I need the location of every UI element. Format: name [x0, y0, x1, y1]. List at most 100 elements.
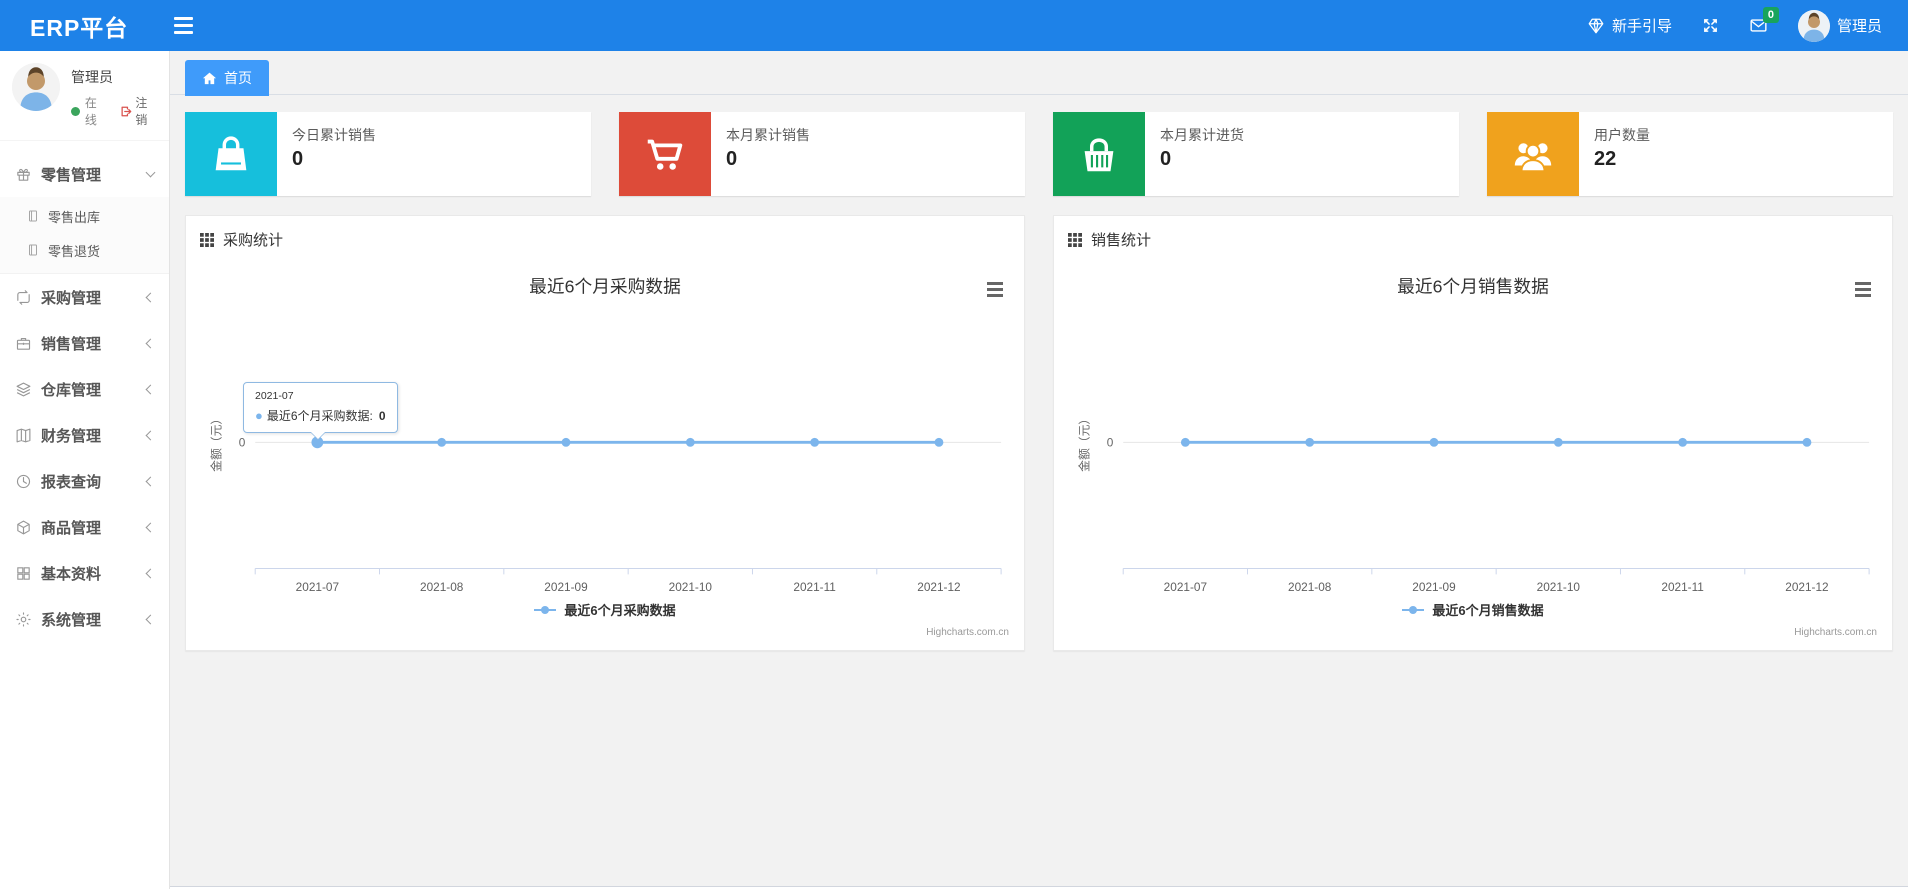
clock-icon — [16, 474, 31, 488]
sidebar-item-label: 零售管理 — [41, 166, 102, 184]
chevron-left-icon — [145, 338, 156, 348]
svg-text:2021-07: 2021-07 — [296, 580, 339, 594]
svg-text:2021-10: 2021-10 — [1537, 580, 1581, 594]
shopping-bag-icon — [185, 112, 277, 196]
gear-icon — [16, 611, 31, 627]
guide-label: 新手引导 — [1611, 18, 1672, 35]
stat-card-user-count: 用户数量 22 — [1487, 112, 1893, 196]
stat-card-label: 本月累计销售 — [726, 127, 810, 143]
sidebar-item-basic-data[interactable]: 基本资料 — [0, 550, 169, 596]
chevron-left-icon — [145, 292, 156, 302]
sidebar-menu: 零售管理 零售出库 零售退货 采购管理 销售管理 仓库管理 财务管理 报表查询 … — [0, 141, 169, 642]
briefcase-icon — [16, 337, 31, 350]
sidebar-item-system[interactable]: 系统管理 — [0, 596, 169, 642]
stat-card-value: 0 — [292, 148, 304, 170]
sales-stats-panel: 销售统计 最近6个月销售数据 金额（元） 0 2021-07 2021-08 2021-0… — [1053, 215, 1893, 652]
svg-text:金额（元）: 金额（元） — [1078, 413, 1092, 472]
sidebar-item-retail-outbound[interactable]: 零售出库 — [0, 199, 169, 233]
repeat-icon — [17, 289, 30, 305]
sidebar-item-retail[interactable]: 零售管理 — [0, 151, 169, 197]
chart-legend[interactable]: 最近6个月采购数据 — [201, 600, 1009, 619]
stat-card-value: 0 — [1160, 148, 1172, 170]
sidebar-item-label: 零售退货 — [48, 243, 101, 259]
gem-icon — [1588, 18, 1604, 33]
sidebar-item-warehouse[interactable]: 仓库管理 — [0, 366, 169, 412]
logout-link[interactable]: 注销 — [120, 94, 159, 128]
panel-title: 销售统计 — [1091, 232, 1152, 249]
chevron-left-icon — [145, 476, 156, 486]
tooltip-header: 2021-07 — [255, 390, 294, 402]
sidebar-item-finance[interactable]: 财务管理 — [0, 412, 169, 458]
svg-text:2021-09: 2021-09 — [544, 580, 588, 594]
svg-text:2021-12: 2021-12 — [1785, 580, 1828, 594]
avatar — [1797, 9, 1830, 42]
sidebar-item-label: 商品管理 — [41, 519, 102, 537]
box-icon — [17, 520, 30, 534]
document-icon — [29, 244, 37, 256]
sales-line-chart: 最近6个月销售数据金额（元） 0 2021-07 2021-08 2021-09 2021… — [1078, 277, 1870, 594]
stat-card-label: 用户数量 — [1594, 127, 1650, 143]
sidebar-item-label: 系统管理 — [41, 611, 102, 629]
stat-cards-row: 今日累计销售 0 本月累计销售 0 本月累计进货 0 用户数量 22 — [185, 112, 1893, 196]
legend-marker-icon — [534, 604, 557, 616]
svg-text:2021-07: 2021-07 — [1164, 580, 1207, 594]
svg-text:2021-10: 2021-10 — [669, 580, 713, 594]
top-navbar: ERP平台 新手引导 0 管理员 — [0, 0, 1908, 51]
svg-text:2021-11: 2021-11 — [793, 580, 835, 594]
guide-link[interactable]: 新手引导 — [1587, 15, 1672, 36]
purchase-stats-panel: 采购统计 最近6个月采购数据 金额（元） 0 2021-07 2021-08 2021-0… — [185, 215, 1025, 652]
legend-label: 最近6个月采购数据 — [564, 603, 676, 619]
app-brand[interactable]: ERP平台 — [30, 9, 128, 43]
online-status-label: 在线 — [84, 96, 97, 127]
grid-icon — [200, 232, 214, 247]
legend-label: 最近6个月销售数据 — [1432, 603, 1544, 619]
sidebar-item-goods[interactable]: 商品管理 — [0, 504, 169, 550]
highcharts-credit-link[interactable]: Highcharts.com.cn — [1069, 627, 1877, 638]
stat-card-label: 今日累计销售 — [292, 127, 376, 143]
chevron-left-icon — [145, 568, 156, 578]
svg-text:金额（元）: 金额（元） — [210, 413, 224, 472]
sidebar-item-label: 基本资料 — [41, 565, 102, 583]
svg-text:0: 0 — [1107, 435, 1114, 449]
chevron-left-icon — [145, 384, 156, 394]
tooltip-series-label: 最近6个月采购数据: — [266, 409, 373, 423]
user-name: 管理员 — [1836, 18, 1882, 35]
stat-card-value: 22 — [1594, 148, 1617, 170]
fullscreen-button[interactable] — [1702, 17, 1719, 34]
highcharts-credit-link[interactable]: Highcharts.com.cn — [201, 627, 1009, 638]
sidebar-item-label: 销售管理 — [41, 335, 102, 353]
svg-text:2021-11: 2021-11 — [1661, 580, 1703, 594]
sidebar-submenu-retail: 零售出库 零售退货 — [0, 197, 169, 274]
svg-text:0: 0 — [239, 435, 246, 449]
svg-text:最近6个月销售数据: 最近6个月销售数据 — [1397, 277, 1549, 297]
stat-card-label: 本月累计进货 — [1160, 127, 1244, 143]
sidebar-item-reports[interactable]: 报表查询 — [0, 458, 169, 504]
sidebar: 管理员 在线 注销 零售管理 零售出库 零售退货 采购管理 销售管理 仓库管理 … — [0, 51, 170, 889]
tab-home-label: 首页 — [224, 70, 252, 86]
main-content: 首页 今日累计销售 0 本月累计销售 0 本月累计进货 0 用户数量 22 采购… — [170, 51, 1908, 889]
grid-icon — [1068, 232, 1082, 247]
online-status-icon — [71, 106, 80, 116]
sidebar-user-name: 管理员 — [71, 69, 113, 85]
stat-card-month-purchase: 本月累计进货 0 — [1053, 112, 1459, 196]
chart-legend[interactable]: 最近6个月销售数据 — [1069, 600, 1877, 619]
svg-text:2021-12: 2021-12 — [917, 580, 960, 594]
series-bullet-icon: ● — [255, 408, 263, 423]
sidebar-item-sales[interactable]: 销售管理 — [0, 320, 169, 366]
messages-button[interactable]: 0 — [1749, 7, 1779, 34]
sidebar-item-label: 财务管理 — [41, 427, 102, 445]
sidebar-item-label: 零售出库 — [48, 209, 101, 225]
sidebar-item-label: 采购管理 — [41, 289, 102, 307]
chevron-left-icon — [145, 614, 156, 624]
svg-text:2021-08: 2021-08 — [420, 580, 464, 594]
user-menu[interactable]: 管理员 — [1797, 9, 1882, 42]
sidebar-toggle-button[interactable] — [170, 13, 197, 38]
fullscreen-icon — [1704, 19, 1717, 32]
tooltip-value: 0 — [378, 408, 386, 423]
home-icon — [202, 72, 217, 84]
avatar — [12, 63, 60, 111]
sidebar-item-purchase[interactable]: 采购管理 — [0, 274, 169, 320]
sidebar-item-retail-return[interactable]: 零售退货 — [0, 233, 169, 267]
tab-home[interactable]: 首页 — [185, 60, 269, 96]
document-icon — [29, 210, 37, 222]
